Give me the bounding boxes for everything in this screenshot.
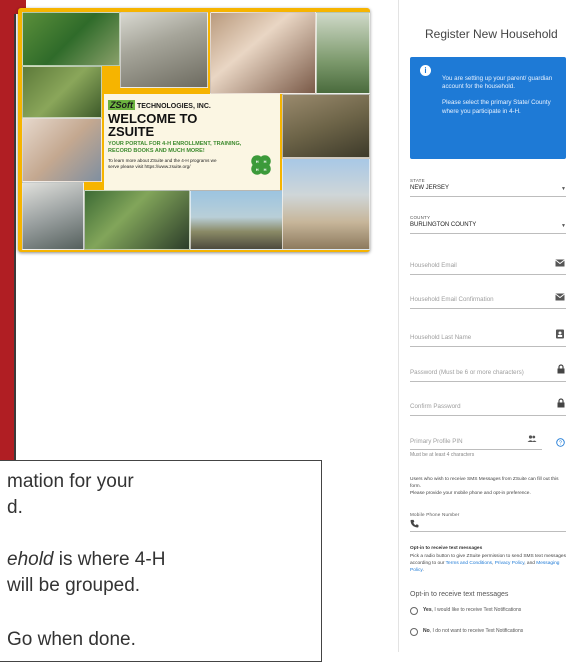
yes-bold: Yes bbox=[423, 607, 432, 613]
svg-text:H: H bbox=[264, 159, 267, 164]
county-select[interactable]: BURLINGTON COUNTY bbox=[410, 222, 476, 228]
chevron-down-icon[interactable]: ▼ bbox=[561, 186, 566, 192]
svg-text:H: H bbox=[256, 159, 259, 164]
opt-in-yes-radio[interactable] bbox=[410, 607, 418, 615]
welcome-banner: ZSoft TECHNOLOGIES, INC. WELCOME TO ZSUI… bbox=[18, 8, 370, 252]
email-confirm-underline bbox=[410, 308, 566, 309]
tooltip-line5: Go when done. bbox=[7, 629, 136, 650]
tooltip-line4: will be grouped. bbox=[7, 575, 141, 596]
page-title: Register New Household bbox=[425, 27, 558, 41]
pin-helper-text: Must be at least 4 characters bbox=[410, 452, 475, 458]
tooltip-italic-word: ehold bbox=[7, 549, 54, 570]
opt-in-yes-label[interactable]: Yes, I would like to receive Text Notifi… bbox=[423, 607, 521, 613]
photo-girl-plant bbox=[316, 12, 370, 94]
opt-text-d: . bbox=[422, 568, 424, 573]
photo-kids-tents bbox=[282, 94, 370, 158]
welcome-card: ZSoft TECHNOLOGIES, INC. WELCOME TO ZSUI… bbox=[104, 94, 280, 190]
tutorial-tooltip: mation for your d. ehold is where 4-H wi… bbox=[0, 460, 322, 662]
sms-info-line2: Please provide your mobile phone and opt… bbox=[410, 491, 531, 496]
pin-underline bbox=[410, 449, 542, 450]
no-bold: No bbox=[423, 628, 430, 634]
no-rest: , I do not want to receive Text Notifica… bbox=[429, 628, 524, 634]
photo-kids-laptop bbox=[84, 190, 190, 250]
opt-in-description: Pick a radio button to give ZSuite permi… bbox=[410, 553, 570, 574]
photo-robotics bbox=[120, 12, 208, 88]
info-box: i You are setting up your parent/ guardi… bbox=[410, 57, 566, 159]
confirm-password-underline bbox=[410, 415, 566, 416]
opt-in-no-label[interactable]: No, I do not want to receive Text Notifi… bbox=[423, 628, 523, 634]
photo-horse bbox=[282, 158, 370, 250]
privacy-link[interactable]: Privacy Policy bbox=[495, 561, 525, 566]
zsoft-logo: ZSoft TECHNOLOGIES, INC. bbox=[108, 100, 211, 110]
email-underline bbox=[410, 274, 566, 275]
password-underline bbox=[410, 381, 566, 382]
email-icon bbox=[555, 259, 565, 267]
photo-kid-crown bbox=[22, 182, 84, 250]
county-label: COUNTY bbox=[410, 215, 431, 220]
state-underline bbox=[410, 196, 566, 197]
welcome-title: WELCOME TO ZSUITE bbox=[108, 112, 258, 138]
photo-livestock bbox=[190, 190, 284, 250]
svg-text:?: ? bbox=[559, 441, 562, 447]
welcome-subtitle: YOUR PORTAL FOR 4-H ENROLLMENT, TRAINING… bbox=[108, 141, 242, 154]
info-icon: i bbox=[420, 65, 431, 76]
tooltip-line3-rest: is where 4-H bbox=[53, 549, 166, 570]
info-text-line2: Please select the primary State/ County … bbox=[442, 99, 551, 115]
primary-profile-pin-input[interactable]: Primary Profile PIN bbox=[410, 438, 463, 445]
info-text-line1: You are setting up your parent/ guardian… bbox=[442, 75, 553, 91]
photo-kids-crafts bbox=[210, 12, 316, 94]
welcome-title-line2: ZSUITE bbox=[108, 124, 155, 139]
opt-text-c: , and bbox=[524, 561, 537, 566]
photo-forest bbox=[22, 66, 102, 118]
id-badge-icon bbox=[556, 329, 564, 339]
welcome-small-text: To learn more about ZSuite and the 4-H p… bbox=[108, 158, 217, 169]
tooltip-line2: d. bbox=[7, 497, 23, 518]
register-household-panel: Register New Household i You are setting… bbox=[398, 0, 577, 652]
yes-rest: , I would like to receive Text Notificat… bbox=[431, 607, 522, 613]
county-underline bbox=[410, 233, 566, 234]
terms-link[interactable]: Terms and Conditions bbox=[446, 561, 492, 566]
lock-icon bbox=[557, 364, 565, 374]
opt-in-title: Opt-in to receive text messages bbox=[410, 546, 483, 551]
logo-text: TECHNOLOGIES, INC. bbox=[136, 103, 211, 110]
svg-text:H: H bbox=[256, 167, 259, 172]
household-email-confirm-input[interactable]: Household Email Confirmation bbox=[410, 296, 494, 303]
sms-info-text: Users who wish to receive SMS Messages f… bbox=[410, 476, 570, 497]
lock-icon bbox=[557, 398, 565, 408]
state-label: STATE bbox=[410, 178, 425, 183]
password-input[interactable]: Password (Must be 6 or more characters) bbox=[410, 369, 524, 376]
red-sidebar-panel bbox=[0, 0, 16, 466]
phone-icon bbox=[410, 519, 419, 528]
photo-boy-glasses bbox=[22, 118, 102, 182]
info-text: You are setting up your parent/ guardian… bbox=[442, 75, 562, 116]
opt-in-no-radio[interactable] bbox=[410, 628, 418, 636]
help-icon[interactable]: ? bbox=[556, 438, 565, 447]
photo-kids-top-left bbox=[22, 12, 120, 66]
last-name-underline bbox=[410, 346, 566, 347]
state-select[interactable]: NEW JERSEY bbox=[410, 185, 449, 191]
chevron-down-icon[interactable]: ▼ bbox=[561, 223, 566, 229]
opt-in-heading: Opt-in to receive text messages bbox=[410, 591, 509, 598]
mobile-phone-label: Mobile Phone Number bbox=[410, 512, 460, 517]
svg-text:H: H bbox=[264, 167, 267, 172]
people-icon bbox=[527, 435, 537, 442]
email-icon bbox=[555, 293, 565, 301]
mobile-phone-input[interactable] bbox=[410, 531, 566, 532]
tooltip-line3: ehold is where 4-H bbox=[7, 549, 165, 571]
household-email-input[interactable]: Household Email bbox=[410, 262, 457, 269]
sms-info-line1: Users who wish to receive SMS Messages f… bbox=[410, 477, 559, 489]
four-h-clover-icon: H H H H bbox=[251, 155, 271, 175]
confirm-password-input[interactable]: Confirm Password bbox=[410, 403, 461, 410]
tooltip-line1: mation for your bbox=[7, 471, 134, 492]
logo-mark: ZSoft bbox=[108, 100, 135, 110]
household-last-name-input[interactable]: Household Last Name bbox=[410, 334, 471, 341]
